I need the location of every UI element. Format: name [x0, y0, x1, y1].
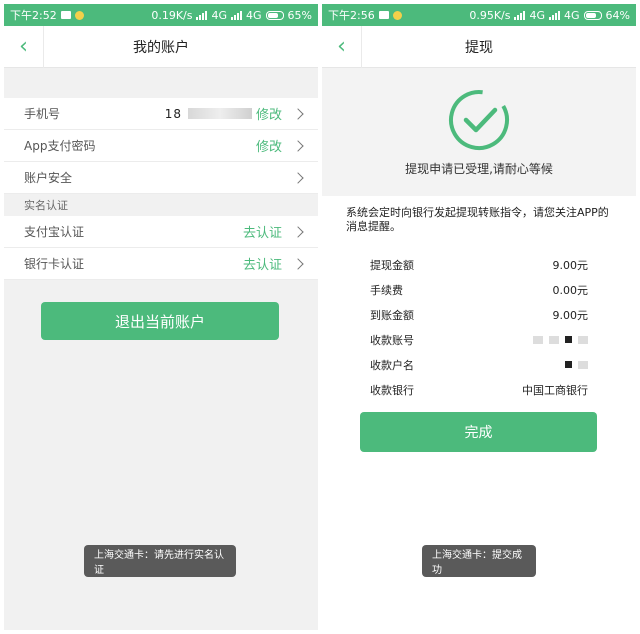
nav-bar: ‹ 我的账户 [4, 25, 318, 68]
detail-row-fee: 手续费 0.00元 [370, 277, 588, 302]
status-network: 4G [564, 8, 580, 22]
detail-label: 收款户名 [370, 358, 414, 372]
account-list: 手机号 18 修改 App支付密码 修改 账户安全 [4, 98, 318, 194]
message-icon [378, 11, 389, 19]
signal-icon [196, 10, 208, 20]
pay-password-label: App支付密码 [24, 139, 96, 153]
status-network: 4G [529, 8, 546, 22]
bank-verify-label: 银行卡认证 [24, 257, 85, 271]
bank-verify-link[interactable]: 去认证 [243, 254, 282, 273]
masked-name [565, 360, 588, 369]
account-screen: 下午2:52 0.19K/s 4G 4G 65% ‹ 我的账户 手机号 18 修… [4, 4, 318, 630]
phone-edit-link[interactable]: 修改 [256, 104, 282, 123]
phone-value: 18 [164, 106, 182, 121]
alipay-verify-label: 支付宝认证 [24, 225, 85, 239]
pay-password-edit-link[interactable]: 修改 [256, 136, 282, 155]
toast-message: 上海交通卡：提交成功 [422, 545, 536, 577]
bank-verify-row[interactable]: 银行卡认证 去认证 [4, 248, 318, 280]
status-bar: 下午2:56 0.95K/s 4G 4G 64% [322, 4, 636, 26]
toast-message: 上海交通卡：请先进行实名认证 [84, 545, 236, 577]
chevron-right-icon [292, 171, 304, 184]
back-button[interactable]: ‹ [4, 25, 44, 68]
status-bar: 下午2:52 0.19K/s 4G 4G 65% [4, 4, 318, 26]
phone-row[interactable]: 手机号 18 修改 [4, 98, 318, 130]
back-arrow-icon: ‹ [337, 34, 346, 59]
masked-phone [187, 108, 252, 119]
detail-value: 0.00元 [552, 283, 589, 297]
battery-icon [265, 10, 284, 20]
status-network: 4G [211, 8, 228, 22]
status-time: 下午2:56 [328, 9, 375, 22]
status-battery: 64% [605, 8, 630, 22]
status-time: 下午2:52 [10, 9, 57, 22]
alipay-verify-row[interactable]: 支付宝认证 去认证 [4, 216, 318, 248]
page-title: 我的账户 [133, 39, 189, 56]
detail-label: 到账金额 [370, 308, 414, 322]
message-icon [60, 11, 71, 19]
withdraw-screen: 下午2:56 0.95K/s 4G 4G 64% ‹ 提现 提现申请已受理,请耐… [322, 4, 636, 630]
withdraw-notice: 系统会定时向银行发起提现转账指令，请您关注APP的消息提醒。 [346, 206, 609, 233]
withdraw-details: 提现金额 9.00元 手续费 0.00元 到账金额 9.00元 收款账号 收款户… [322, 252, 636, 402]
pay-password-row[interactable]: App支付密码 修改 [4, 130, 318, 162]
signal-icon [514, 10, 526, 20]
detail-label: 收款银行 [370, 383, 414, 397]
detail-label: 手续费 [370, 283, 403, 297]
detail-label: 提现金额 [370, 258, 414, 272]
detail-row-received: 到账金额 9.00元 [370, 302, 588, 327]
detail-row-name: 收款户名 [370, 352, 588, 377]
app-icon [392, 10, 402, 20]
chevron-right-icon [292, 225, 304, 238]
account-security-row[interactable]: 账户安全 [4, 162, 318, 194]
detail-label: 收款账号 [370, 333, 414, 347]
status-speed: 0.95K/s [469, 8, 511, 22]
verify-list: 支付宝认证 去认证 银行卡认证 去认证 [4, 216, 318, 280]
detail-value: 9.00元 [552, 308, 589, 322]
signal-icon [549, 10, 561, 20]
chevron-right-icon [292, 257, 304, 270]
app-icon [74, 10, 84, 20]
status-network: 4G [246, 8, 262, 22]
check-circle-icon [449, 90, 509, 150]
detail-row-bank: 收款银行 中国工商银行 [370, 377, 588, 402]
masked-account [533, 335, 588, 344]
signal-icon [231, 10, 243, 20]
success-panel: 提现申请已受理,请耐心等候 [322, 68, 636, 196]
detail-value: 中国工商银行 [522, 383, 588, 397]
page-title: 提现 [465, 39, 493, 56]
chevron-right-icon [292, 107, 304, 120]
done-button[interactable]: 完成 [360, 412, 597, 452]
alipay-verify-link[interactable]: 去认证 [243, 222, 282, 241]
status-speed: 0.19K/s [151, 8, 193, 22]
detail-row-amount: 提现金额 9.00元 [370, 252, 588, 277]
detail-row-account: 收款账号 [370, 327, 588, 352]
battery-icon [583, 10, 602, 20]
success-text: 提现申请已受理,请耐心等候 [405, 162, 553, 176]
back-button[interactable]: ‹ [322, 25, 362, 68]
phone-label: 手机号 [24, 107, 61, 121]
back-arrow-icon: ‹ [19, 34, 28, 59]
status-battery: 65% [287, 8, 312, 22]
account-security-label: 账户安全 [24, 171, 73, 185]
chevron-right-icon [292, 139, 304, 152]
verify-section-header: 实名认证 [4, 194, 318, 216]
detail-value: 9.00元 [552, 258, 589, 272]
nav-bar: ‹ 提现 [322, 25, 636, 68]
logout-button[interactable]: 退出当前账户 [41, 302, 279, 340]
